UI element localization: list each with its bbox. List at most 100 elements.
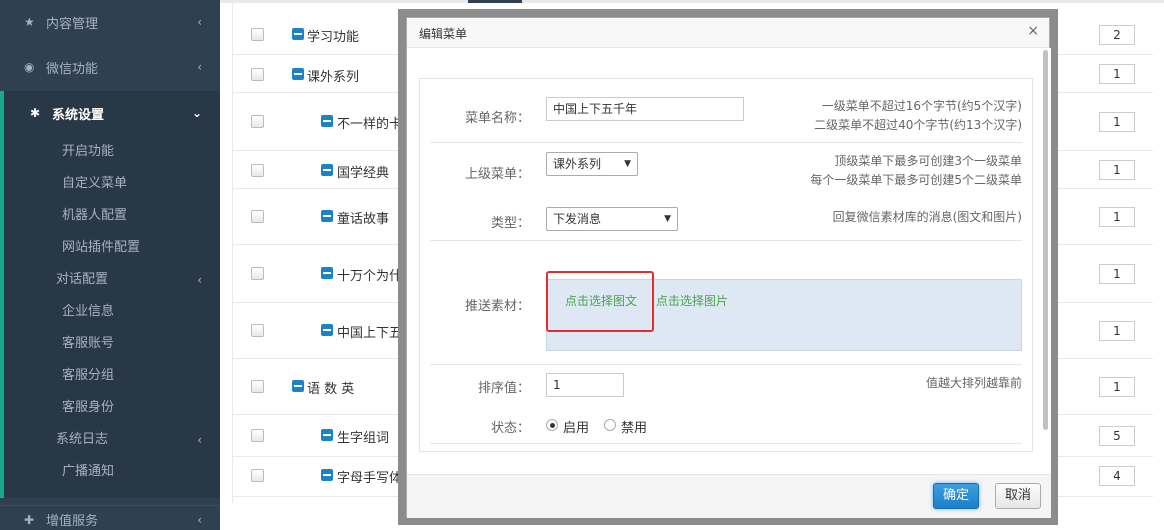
collapse-icon[interactable] <box>292 380 304 392</box>
row-checkbox[interactable] <box>251 380 264 393</box>
sidebar-subitem-label: 系统日志 <box>56 432 109 447</box>
sort-value-input[interactable]: 1 <box>546 373 624 397</box>
divider <box>430 240 1022 241</box>
status-enable-radio[interactable] <box>546 419 558 431</box>
sidebar-item-label: 增值服务 <box>46 514 99 529</box>
sort-input[interactable]: 1 <box>1099 112 1135 132</box>
sidebar-subitem-service-account[interactable]: 客服账号 <box>62 328 114 360</box>
collapse-icon[interactable] <box>321 429 333 441</box>
menu-name: 学习功能 <box>307 30 360 45</box>
sidebar-subitem-dialog-config[interactable]: 对话配置 ‹ <box>56 264 220 296</box>
sidebar-subitem-label: 对话配置 <box>56 272 109 287</box>
dialog-title: 编辑菜单 <box>419 27 468 41</box>
parent-menu-hint-1: 顶级菜单下最多可创建3个一级菜单 <box>834 154 1022 168</box>
divider <box>430 142 1022 143</box>
collapse-icon[interactable] <box>321 469 333 481</box>
wechat-icon: ◉ <box>24 60 35 74</box>
sort-input[interactable]: 1 <box>1099 264 1135 284</box>
sidebar-subitem-broadcast[interactable]: 广播通知 <box>62 456 114 488</box>
chevron-left-icon: ‹ <box>197 512 202 527</box>
parent-menu-select[interactable]: 课外系列 ▼ <box>546 152 638 176</box>
sidebar-subitem-service-group[interactable]: 客服分组 <box>62 360 114 392</box>
row-checkbox[interactable] <box>251 115 264 128</box>
row-checkbox[interactable] <box>251 429 264 442</box>
sort-input[interactable]: 1 <box>1099 321 1135 341</box>
type-select[interactable]: 下发消息 ▼ <box>546 207 678 231</box>
sidebar-item-system-settings[interactable]: ✱ 系统设置 ⌄ <box>0 91 220 135</box>
row-checkbox[interactable] <box>251 267 264 280</box>
row-checkbox[interactable] <box>251 28 264 41</box>
collapse-icon[interactable] <box>321 115 333 127</box>
row-checkbox[interactable] <box>251 164 264 177</box>
sidebar-item-content-management[interactable]: ★ 内容管理 ‹ <box>0 0 220 44</box>
status-disable-label: 禁用 <box>621 421 648 436</box>
sidebar-subitem-custom-menu[interactable]: 自定义菜单 <box>62 168 127 200</box>
parent-menu-value: 课外系列 <box>553 157 602 171</box>
highlight-box <box>546 271 654 332</box>
menu-name: 字母手写体 <box>337 471 403 486</box>
dropdown-arrow-icon: ▼ <box>624 159 631 169</box>
chevron-down-icon: ⌄ <box>191 106 202 120</box>
sidebar-subitem-enable-features[interactable]: 开启功能 <box>62 136 114 168</box>
type-hint: 回复微信素材库的消息(图文和图片) <box>832 210 1022 224</box>
row-checkbox[interactable] <box>251 469 264 482</box>
collapse-icon[interactable] <box>321 267 333 279</box>
collapse-icon[interactable] <box>321 210 333 222</box>
menu-name: 生字组词 <box>337 431 390 446</box>
collapse-icon[interactable] <box>292 28 304 40</box>
status-enable-label: 启用 <box>563 421 590 436</box>
cancel-button[interactable]: 取消 <box>995 483 1041 509</box>
divider <box>430 364 1022 365</box>
row-checkbox[interactable] <box>251 210 264 223</box>
collapse-icon[interactable] <box>321 324 333 336</box>
dialog-scrollbar[interactable] <box>1043 50 1048 430</box>
row-checkbox[interactable] <box>251 324 264 337</box>
sidebar-item-value-added[interactable]: ✚ 增值服务 ‹ <box>0 505 220 530</box>
confirm-button[interactable]: 确定 <box>933 483 979 509</box>
collapse-icon[interactable] <box>321 164 333 176</box>
parent-menu-hint-2: 每个一级菜单下最多可创建5个二级菜单 <box>810 173 1022 187</box>
divider <box>430 443 1022 444</box>
sidebar-item-wechat[interactable]: ◉ 微信功能 ‹ <box>0 45 220 89</box>
sort-input[interactable]: 1 <box>1099 207 1135 227</box>
sidebar-subitem-plugin-config[interactable]: 网站插件配置 <box>62 232 140 264</box>
sort-input[interactable]: 1 <box>1099 377 1135 397</box>
menu-name-input[interactable]: 中国上下五千年 <box>546 97 744 121</box>
dropdown-arrow-icon: ▼ <box>664 214 671 224</box>
sidebar-item-label: 内容管理 <box>46 16 99 32</box>
dialog-body: 菜单名称： 中国上下五千年 一级菜单不超过16个字节(约5个汉字) 二级菜单不超… <box>407 48 1051 474</box>
sidebar-item-label: 微信功能 <box>46 61 99 77</box>
menu-name: 课外系列 <box>307 70 360 85</box>
menu-name-hint-2: 二级菜单不超过40个字节(约13个汉字) <box>814 118 1022 132</box>
pick-image-link[interactable]: 点击选择图片 <box>656 292 728 309</box>
sidebar-subitem-company-info[interactable]: 企业信息 <box>62 296 114 328</box>
sort-input[interactable]: 2 <box>1099 25 1135 45</box>
menu-name-label: 菜单名称： <box>464 111 530 126</box>
menu-name: 语 数 英 <box>307 382 355 397</box>
sort-input[interactable]: 1 <box>1099 160 1135 180</box>
chevron-left-icon: ‹ <box>197 60 202 74</box>
sidebar-subitem-system-log[interactable]: 系统日志 ‹ <box>56 424 220 456</box>
sort-input[interactable]: 1 <box>1099 64 1135 84</box>
menu-name: 童话故事 <box>337 212 390 227</box>
sidebar-subitem-service-role[interactable]: 客服身份 <box>62 392 114 424</box>
star-icon: ★ <box>24 15 35 29</box>
edit-menu-dialog: 编辑菜单 × 菜单名称： 中国上下五千年 一级菜单不超过16个字节(约5个汉字)… <box>406 17 1051 518</box>
status-disable-radio[interactable] <box>604 419 616 431</box>
collapse-icon[interactable] <box>292 68 304 80</box>
chevron-left-icon: ‹ <box>197 15 202 29</box>
sort-value-hint: 值越大排列越靠前 <box>925 376 1022 390</box>
form-panel: 菜单名称： 中国上下五千年 一级菜单不超过16个字节(约5个汉字) 二级菜单不超… <box>419 78 1033 452</box>
sidebar-item-label: 系统设置 <box>52 107 105 123</box>
sidebar-subitem-robot-config[interactable]: 机器人配置 <box>62 200 127 232</box>
close-icon[interactable]: × <box>1027 23 1039 39</box>
dialog-footer: 确定 取消 <box>407 474 1051 518</box>
gear-icon: ✱ <box>30 106 41 120</box>
row-checkbox[interactable] <box>251 68 264 81</box>
sort-input[interactable]: 4 <box>1099 466 1135 486</box>
sort-input[interactable]: 5 <box>1099 426 1135 446</box>
dialog-header[interactable]: 编辑菜单 × <box>407 18 1049 48</box>
chevron-left-icon: ‹ <box>197 273 202 287</box>
status-label: 状态： <box>490 421 530 436</box>
sort-value-label: 排序值： <box>477 381 530 396</box>
